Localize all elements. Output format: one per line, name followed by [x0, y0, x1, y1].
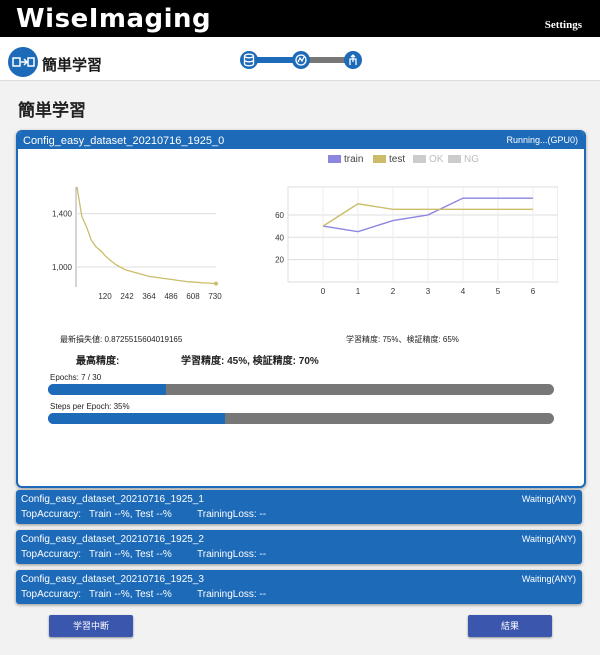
logo: WiseImaging [16, 4, 212, 34]
result-button[interactable]: 結果 [468, 615, 552, 637]
legend-label: OK [429, 154, 444, 165]
top-accuracy-label: TopAccuracy: [21, 549, 82, 560]
job-panel-waiting[interactable]: Config_easy_dataset_20210716_1925_2 Wait… [16, 530, 582, 564]
x-tick-label: 3 [426, 287, 431, 296]
legend-item-train[interactable]: train [328, 154, 363, 165]
latest-accuracy-text: 学習精度: 75%、検証精度: 65% [346, 335, 459, 344]
training-loss-label: TrainingLoss: -- [197, 549, 267, 560]
stop-training-button[interactable]: 学習中断 [49, 615, 133, 637]
x-tick-label: 2 [391, 287, 396, 296]
best-value: 学習精度: 45%, 検証精度: 70% [181, 356, 319, 367]
x-tick-label: 1 [356, 287, 361, 296]
y-tick-label: 40 [275, 233, 284, 242]
steps-progress-bar [48, 413, 554, 424]
best-label: 最高精度: [76, 356, 120, 367]
steps-label: Steps per Epoch: 35% [50, 402, 130, 411]
top-accuracy-value: Train --%, Test --% [89, 509, 172, 520]
x-tick-label: 608 [186, 292, 200, 301]
epochs-label: Epochs: 7 / 30 [50, 373, 102, 382]
y-tick-label: 20 [275, 256, 284, 265]
job-status: Waiting(ANY) [521, 574, 576, 584]
legend-swatch [413, 155, 426, 164]
step-indicator [240, 51, 362, 71]
x-tick-label: 0 [321, 287, 326, 296]
settings-link[interactable]: Settings [545, 19, 582, 31]
legend-label: NG [464, 154, 479, 165]
job-status: Waiting(ANY) [521, 494, 576, 504]
accuracy-chart: 60 40 20 0 1 2 3 4 5 6 [275, 186, 558, 296]
job-name: Config_easy_dataset_20210716_1925_3 [21, 574, 204, 585]
job-panel-waiting[interactable]: Config_easy_dataset_20210716_1925_3 Wait… [16, 570, 582, 604]
y-tick-label: 1,000 [52, 263, 73, 272]
x-tick-label: 6 [531, 287, 536, 296]
top-bar: WiseImaging Settings [0, 0, 600, 37]
x-tick-label: 486 [164, 292, 178, 301]
plot-area [287, 186, 558, 283]
flow-icon [8, 47, 38, 77]
job-panel-header[interactable]: Config_easy_dataset_20210716_1925_0 Runn… [18, 132, 584, 149]
training-loss-label: TrainingLoss: -- [197, 589, 267, 600]
x-tick-label: 4 [461, 287, 466, 296]
page-title: 簡単学習 [18, 101, 86, 120]
job-name: Config_easy_dataset_20210716_1925_2 [21, 534, 204, 545]
latest-loss-text: 最新損失値: 0.8725515604019165 [60, 335, 183, 344]
legend-item-ok[interactable]: OK [413, 154, 443, 165]
legend-swatch [373, 155, 386, 164]
top-accuracy-value: Train --%, Test --% [89, 589, 172, 600]
loss-chart: 1,400 1,000 120 242 364 486 608 730 [52, 186, 222, 301]
top-accuracy-label: TopAccuracy: [21, 509, 82, 520]
app-title: 簡単学習 [42, 57, 103, 74]
loss-series-line [76, 186, 217, 285]
legend-label: test [389, 154, 406, 165]
sub-header: 簡単学習 [0, 37, 600, 81]
x-tick-label: 242 [120, 292, 134, 301]
x-tick-label: 364 [142, 292, 156, 301]
x-tick-label: 730 [208, 292, 222, 301]
job-status: Waiting(ANY) [521, 534, 576, 544]
deploy-icon[interactable] [344, 51, 362, 69]
job-panel-running: Config_easy_dataset_20210716_1925_0 Runn… [16, 130, 586, 488]
legend-swatch [448, 155, 461, 164]
top-accuracy-value: Train --%, Test --% [89, 549, 172, 560]
steps-progress-fill [48, 413, 226, 424]
training-icon[interactable] [292, 51, 310, 69]
y-tick-label: 60 [275, 211, 284, 220]
epochs-progress-fill [48, 384, 166, 395]
job-name: Config_easy_dataset_20210716_1925_1 [21, 494, 204, 505]
legend-item-ng[interactable]: NG [448, 154, 479, 165]
job-name: Config_easy_dataset_20210716_1925_0 [23, 135, 225, 147]
epochs-progress-bar [48, 384, 554, 395]
x-tick-label: 5 [496, 287, 501, 296]
job-status: Running...(GPU0) [506, 135, 578, 145]
job-panel-waiting[interactable]: Config_easy_dataset_20210716_1925_1 Wait… [16, 490, 582, 524]
legend-label: train [344, 154, 364, 165]
x-tick-label: 120 [98, 292, 112, 301]
legend-swatch [328, 155, 341, 164]
training-loss-label: TrainingLoss: -- [197, 509, 267, 520]
database-icon[interactable] [240, 51, 258, 69]
legend-item-test[interactable]: test [373, 154, 405, 165]
loss-last-point [214, 281, 218, 286]
y-tick-label: 1,400 [52, 210, 73, 219]
top-accuracy-label: TopAccuracy: [21, 589, 82, 600]
